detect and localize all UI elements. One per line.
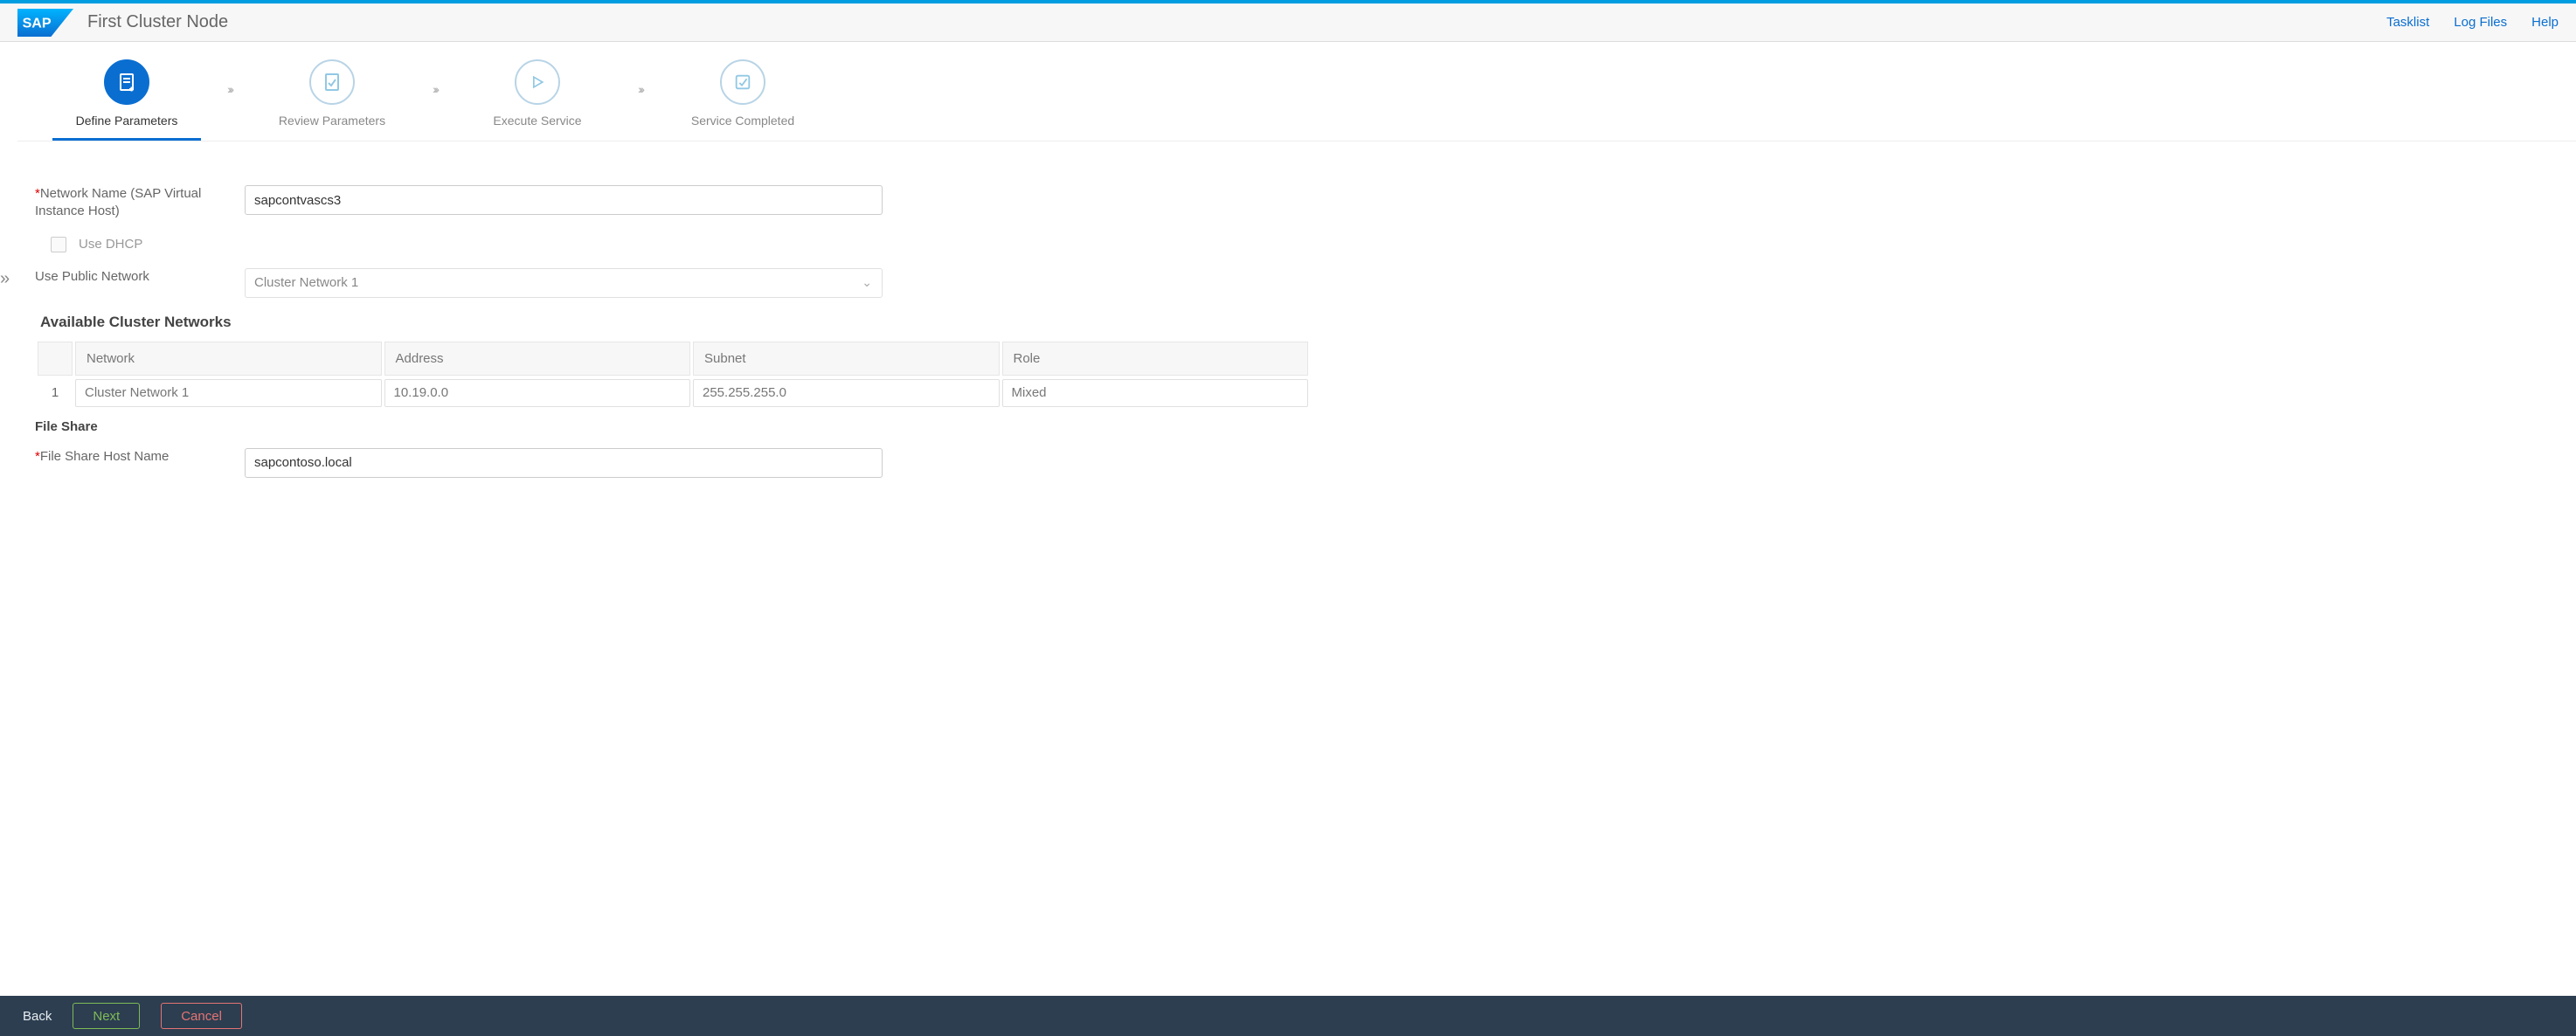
wizard-step-review-parameters[interactable]: Review Parameters: [258, 59, 406, 138]
cell-role[interactable]: [1002, 379, 1309, 407]
label-use-public-network: Use Public Network: [35, 268, 227, 286]
cell-subnet[interactable]: [693, 379, 1000, 407]
label-use-dhcp: Use DHCP: [79, 237, 142, 252]
link-help[interactable]: Help: [2531, 15, 2559, 30]
wizard-step-define-parameters[interactable]: Define Parameters: [52, 59, 201, 141]
row-index: 1: [38, 379, 73, 407]
back-button[interactable]: Back: [23, 1009, 52, 1024]
chevron-right-icon: ›››: [433, 82, 437, 96]
next-button[interactable]: Next: [73, 1003, 140, 1029]
table-row: 1: [38, 379, 1308, 407]
page-title: First Cluster Node: [87, 12, 228, 32]
cell-network[interactable]: [75, 379, 382, 407]
link-logfiles[interactable]: Log Files: [2454, 15, 2507, 30]
wizard-execute-icon: [515, 59, 560, 105]
input-network-name[interactable]: [245, 185, 883, 215]
col-subnet: Subnet: [693, 342, 1000, 376]
wizard-completed-icon: [720, 59, 765, 105]
wizard-step-service-completed[interactable]: Service Completed: [668, 59, 817, 138]
chevron-right-icon: ›››: [638, 82, 642, 96]
wizard-review-icon: [309, 59, 355, 105]
wizard-steps: Define Parameters ››› Review Parameters …: [17, 51, 2576, 142]
heading-available-cluster-networks: Available Cluster Networks: [40, 314, 1311, 331]
footer-bar: Back Next Cancel: [0, 996, 2576, 1036]
label-network-name: *Network Name (SAP Virtual Instance Host…: [35, 185, 227, 221]
app-header: SAP First Cluster Node Tasklist Log File…: [0, 3, 2576, 42]
svg-text:SAP: SAP: [23, 16, 52, 31]
expand-sidebar-icon[interactable]: »: [0, 269, 10, 289]
heading-file-share: File Share: [35, 419, 1311, 434]
link-tasklist[interactable]: Tasklist: [2386, 15, 2429, 30]
wizard-step-execute-service[interactable]: Execute Service: [463, 59, 612, 138]
input-file-share-host[interactable]: [245, 448, 883, 478]
table-cluster-networks: Network Address Subnet Role 1: [35, 338, 1311, 411]
col-role: Role: [1002, 342, 1309, 376]
col-address: Address: [384, 342, 691, 376]
cancel-button[interactable]: Cancel: [161, 1003, 242, 1029]
sap-logo: SAP: [17, 10, 73, 36]
wizard-define-icon: [104, 59, 149, 105]
checkbox-use-dhcp[interactable]: [51, 237, 66, 252]
chevron-right-icon: ›››: [227, 82, 232, 96]
label-file-share-host: *File Share Host Name: [35, 448, 227, 466]
cell-address[interactable]: [384, 379, 691, 407]
col-network: Network: [75, 342, 382, 376]
select-use-public-network[interactable]: Cluster Network 1: [245, 268, 883, 298]
